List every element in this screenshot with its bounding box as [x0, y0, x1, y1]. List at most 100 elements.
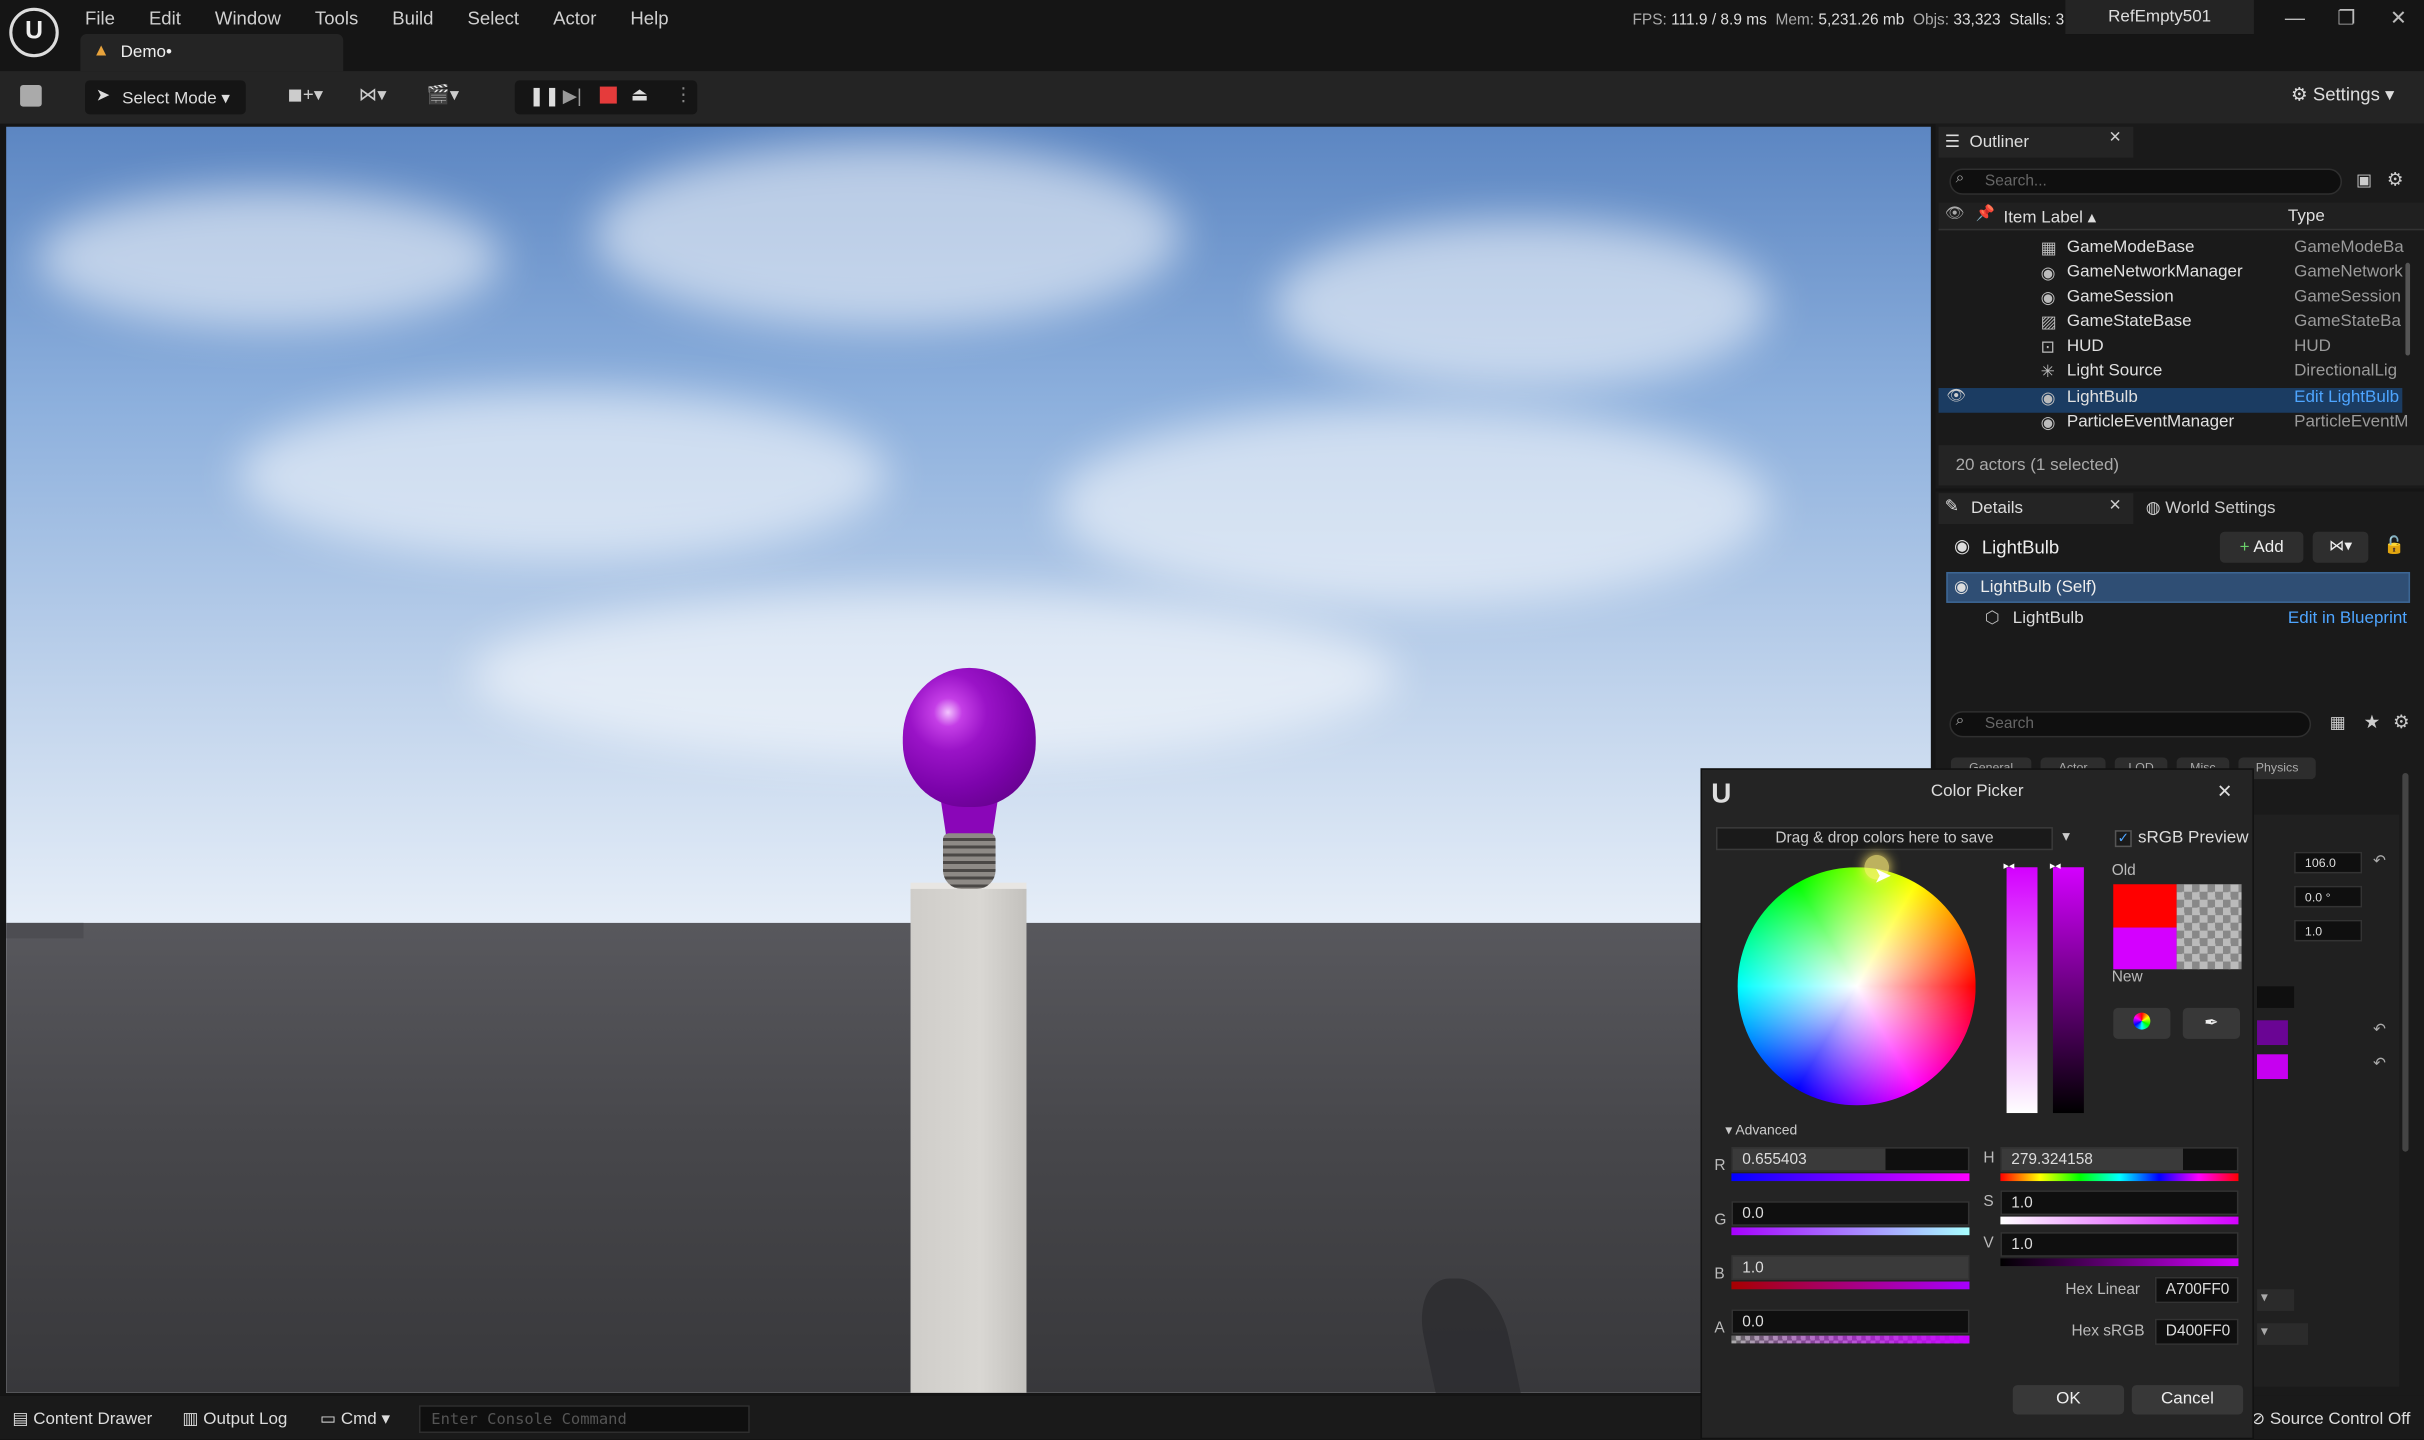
- color-wheel-mode-button[interactable]: [2113, 1007, 2171, 1039]
- hex-srgb-input[interactable]: D400FF0: [2154, 1318, 2239, 1345]
- eject-icon[interactable]: ⏏: [631, 83, 649, 105]
- b-input[interactable]: 1.0: [1731, 1255, 1970, 1281]
- scale-field[interactable]: 106.0: [2294, 851, 2363, 874]
- g-gradient-bar[interactable]: [1731, 1227, 1970, 1236]
- b-gradient-bar[interactable]: [1731, 1281, 1970, 1290]
- outliner-row[interactable]: ⊡ HUD HUD: [1939, 337, 2403, 362]
- minimize-icon[interactable]: —: [2285, 6, 2305, 29]
- console-input[interactable]: Enter Console Command: [418, 1405, 750, 1434]
- details-settings-icon[interactable]: ⚙: [2393, 711, 2410, 733]
- menu-build[interactable]: Build: [392, 8, 433, 30]
- outliner-row-selected[interactable]: 👁 ◉ LightBulb Edit LightBulb: [1938, 388, 2403, 413]
- color-swatch-old[interactable]: [2257, 1020, 2288, 1046]
- close-details-icon[interactable]: ✕: [2109, 498, 2122, 515]
- s-input[interactable]: 1.0: [2000, 1190, 2239, 1216]
- hex-linear-input[interactable]: A700FF0: [2154, 1276, 2239, 1304]
- unreal-logo-icon[interactable]: U: [9, 7, 59, 58]
- close-outliner-icon[interactable]: ✕: [2109, 130, 2122, 147]
- s-gradient-bar[interactable]: [2000, 1216, 2239, 1225]
- outliner-tab[interactable]: Outliner: [1938, 126, 2134, 158]
- favorite-star-icon[interactable]: ★: [2364, 711, 2381, 733]
- menu-actor[interactable]: Actor: [553, 8, 596, 30]
- outliner-row[interactable]: ▦ GameModeBase GameModeBa: [1939, 238, 2404, 263]
- outliner-row[interactable]: ✳ Light Source DirectionalLig: [1939, 362, 2403, 387]
- v-input[interactable]: 1.0: [2000, 1232, 2239, 1257]
- v-gradient-bar[interactable]: [2000, 1258, 2239, 1267]
- edit-in-blueprint-link[interactable]: Edit in Blueprint: [2288, 609, 2407, 628]
- menu-file[interactable]: File: [85, 8, 115, 30]
- h-gradient-bar[interactable]: [2000, 1173, 2239, 1182]
- a-input[interactable]: 0.0: [1731, 1309, 1970, 1335]
- details-tab[interactable]: Details: [1938, 493, 2134, 525]
- stop-icon[interactable]: [599, 86, 617, 104]
- light-bulb-mesh[interactable]: [902, 667, 1036, 807]
- rotation-field[interactable]: 0.0 °: [2294, 885, 2363, 908]
- close-picker-icon[interactable]: ✕: [2217, 781, 2233, 803]
- details-search-input[interactable]: Search: [1949, 711, 2312, 738]
- reset-arrow-icon[interactable]: ↶: [2373, 1022, 2386, 1039]
- a-gradient-bar[interactable]: [1731, 1335, 1970, 1344]
- more-options-icon[interactable]: ⋮: [674, 83, 693, 105]
- add-component-button[interactable]: + Add: [2219, 531, 2304, 563]
- outliner-row[interactable]: ◉ GameSession GameSession: [1939, 288, 2403, 313]
- cancel-button[interactable]: Cancel: [2131, 1385, 2244, 1415]
- mesh-component-label[interactable]: LightBulb: [2013, 609, 2084, 628]
- themes-dropdown-icon[interactable]: ▾: [2062, 829, 2070, 846]
- r-input[interactable]: 0.655403: [1731, 1147, 1970, 1172]
- outliner-row[interactable]: ◉ GameNetworkManager GameNetwork: [1939, 263, 2403, 288]
- cmd-button[interactable]: ▭ Cmd ▾: [320, 1408, 390, 1429]
- world-settings-tab[interactable]: ◍ World Settings: [2146, 498, 2276, 518]
- blueprint-icon[interactable]: ⋈▾: [359, 83, 387, 105]
- grid-view-icon[interactable]: ▦: [2330, 713, 2346, 733]
- details-scrollbar[interactable]: [2402, 772, 2409, 1152]
- color-dropzone[interactable]: Drag & drop colors here to save: [1715, 827, 2053, 851]
- menu-tools[interactable]: Tools: [315, 8, 358, 30]
- settings-button[interactable]: ⚙ Settings ▾: [2291, 83, 2394, 105]
- property-field[interactable]: [2257, 986, 2295, 1008]
- outliner-settings-icon[interactable]: ⚙: [2387, 169, 2404, 191]
- save-icon[interactable]: [20, 85, 42, 107]
- output-log-button[interactable]: ▥ Output Log: [182, 1408, 287, 1429]
- edit-lightbulb-link[interactable]: Edit LightBulb: [2294, 388, 2399, 407]
- pedestal[interactable]: [910, 888, 1027, 1393]
- dropdown-icon[interactable]: ▾: [2257, 1323, 2309, 1345]
- level-viewport[interactable]: [6, 126, 1931, 1393]
- source-control-button[interactable]: ⊘ Source Control Off: [2251, 1408, 2411, 1429]
- r-gradient-bar[interactable]: [1731, 1173, 1970, 1182]
- add-actor-icon[interactable]: ◼+▾: [288, 83, 324, 105]
- level-tab[interactable]: Demo•: [80, 34, 344, 72]
- saturation-slider[interactable]: [2006, 867, 2038, 1114]
- g-input[interactable]: 0.0: [1731, 1201, 1970, 1226]
- advanced-section-toggle[interactable]: ▾ Advanced: [1725, 1122, 1797, 1139]
- dropdown-icon[interactable]: ▾: [2257, 1289, 2295, 1311]
- type-column[interactable]: Type: [2288, 207, 2325, 226]
- item-label-column[interactable]: Item Label ▴: [2003, 207, 2096, 228]
- menu-select[interactable]: Select: [468, 8, 520, 30]
- pause-icon[interactable]: ❚❚: [529, 85, 560, 107]
- maximize-icon[interactable]: ❐: [2337, 6, 2355, 31]
- outliner-scrollbar[interactable]: [2405, 262, 2411, 356]
- lock-icon[interactable]: 🔓: [2384, 535, 2405, 555]
- srgb-preview-checkbox[interactable]: ✓: [2114, 830, 2132, 848]
- ok-button[interactable]: OK: [2012, 1385, 2125, 1415]
- outliner-search-input[interactable]: Search...: [1949, 168, 2343, 195]
- add-folder-icon[interactable]: ▣: [2356, 170, 2372, 191]
- value-slider[interactable]: [2052, 867, 2084, 1114]
- eyedropper-button[interactable]: ✒: [2182, 1007, 2241, 1039]
- close-window-icon[interactable]: ✕: [2390, 6, 2407, 31]
- color-swatch-new[interactable]: [2257, 1054, 2288, 1080]
- outliner-row[interactable]: ▨ GameStateBase GameStateBa: [1939, 312, 2403, 337]
- menu-help[interactable]: Help: [630, 8, 668, 30]
- value-field[interactable]: 1.0: [2294, 919, 2363, 942]
- content-drawer-button[interactable]: ▤ Content Drawer: [12, 1408, 152, 1429]
- reset-arrow-icon[interactable]: ↶: [2373, 853, 2386, 870]
- step-icon[interactable]: ▶|: [563, 85, 582, 107]
- blueprint-options-icon[interactable]: ⋈▾: [2312, 531, 2369, 563]
- outliner-row[interactable]: ◉ ParticleEventManager ParticleEventM: [1939, 413, 2409, 438]
- h-input[interactable]: 279.324158: [2000, 1147, 2239, 1172]
- reset-arrow-icon[interactable]: ↶: [2373, 1056, 2386, 1073]
- menu-window[interactable]: Window: [215, 8, 281, 30]
- cinematics-icon[interactable]: 🎬▾: [427, 83, 459, 105]
- menu-edit[interactable]: Edit: [149, 8, 181, 30]
- color-wheel[interactable]: [1737, 867, 1976, 1106]
